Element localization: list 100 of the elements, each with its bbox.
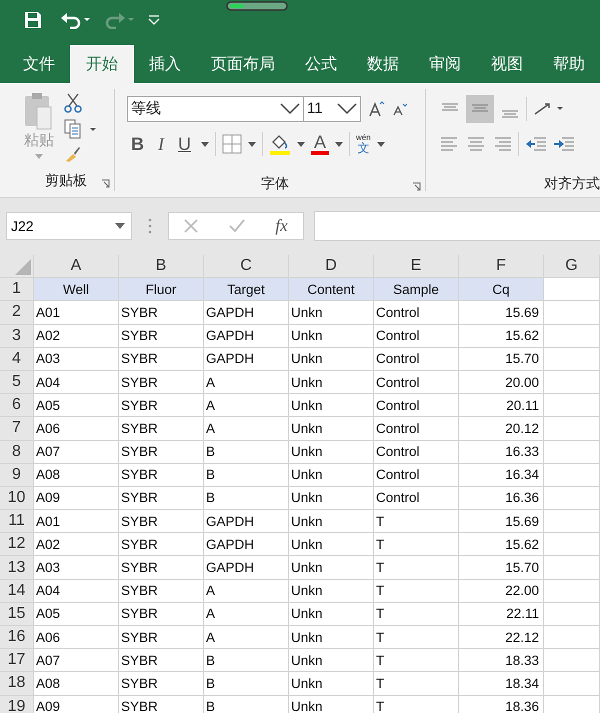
middle-align-icon[interactable] [466, 94, 494, 123]
table-cell: Unkn [291, 398, 323, 413]
ribbon-tab[interactable]: 开始 [70, 45, 134, 83]
caret-icon[interactable] [297, 142, 305, 147]
column-header[interactable]: E [410, 257, 422, 276]
table-cell: SYBR [121, 583, 158, 598]
dialog-launcher-icon[interactable] [101, 179, 110, 188]
insert-function-button[interactable]: fx [275, 216, 288, 236]
ribbon-tab[interactable]: 数据 [352, 45, 414, 83]
table-cell: SYBR [121, 398, 158, 413]
column-label: Target [227, 282, 265, 297]
shrink-font-icon[interactable] [393, 102, 407, 116]
fill-color-icon[interactable] [269, 133, 291, 156]
table-cell: Control [376, 374, 420, 390]
name-box[interactable]: J22 [6, 212, 132, 240]
column-header[interactable]: F [496, 257, 506, 276]
table-cell: SYBR [121, 536, 158, 552]
phonetic-button[interactable]: wén 文 [356, 134, 371, 154]
table-cell: A02 [36, 536, 60, 552]
check-icon[interactable] [228, 218, 245, 232]
table-cell: 20.00 [505, 374, 539, 390]
ribbon-tab[interactable]: 文件 [8, 45, 70, 83]
column-label: Cq [492, 282, 510, 297]
customize-icon[interactable] [148, 14, 160, 26]
table-cell: B [206, 490, 216, 506]
table-cell: 22.00 [505, 583, 539, 598]
table-cell: Control [376, 444, 420, 460]
table-cell: A03 [36, 351, 60, 366]
table-cell: 15.62 [505, 536, 539, 552]
caret-icon[interactable] [376, 142, 385, 147]
copy-icon[interactable] [64, 119, 98, 139]
column-label: Sample [393, 282, 439, 297]
undo-icon[interactable] [60, 11, 90, 29]
column-header[interactable]: C [240, 257, 252, 276]
italic-button[interactable]: I [154, 134, 168, 155]
table-cell: 15.70 [505, 351, 539, 366]
ribbon-tab[interactable]: 审阅 [414, 45, 476, 83]
caret-icon[interactable] [201, 142, 209, 147]
table-cell: B [206, 699, 216, 713]
ribbon-tab[interactable]: 插入 [134, 45, 196, 83]
table-cell: GAPDH [206, 560, 254, 576]
table-cell: T [376, 652, 384, 668]
drag-handle-icon[interactable] [148, 218, 152, 234]
table-cell: T [376, 514, 384, 529]
column-label: Well [62, 282, 89, 297]
table-cell: 22.11 [506, 606, 539, 622]
table-cell: SYBR [121, 514, 158, 529]
table-cell: 18.36 [505, 699, 539, 713]
table-cell: Unkn [291, 536, 323, 552]
ribbon-tab[interactable]: 公式 [290, 45, 352, 83]
brush-icon[interactable] [64, 145, 82, 163]
table-cell: A [206, 630, 216, 645]
scissors-icon[interactable] [64, 93, 82, 113]
table-cell: Control [376, 490, 420, 506]
table-cell: Control [376, 398, 420, 413]
group-label: 字体 [261, 175, 289, 194]
column-header[interactable]: A [70, 257, 82, 276]
borders-icon[interactable] [222, 134, 242, 154]
table-cell: A01 [36, 514, 60, 529]
align-left-icon[interactable] [440, 136, 460, 152]
table-cell: 18.33 [505, 652, 539, 668]
table-cell: 16.36 [505, 490, 539, 506]
font-color-button[interactable]: A [311, 133, 330, 156]
increase-indent-icon[interactable] [553, 136, 575, 152]
table-cell: 22.12 [505, 630, 539, 645]
table-cell: A03 [36, 560, 60, 576]
caret-icon[interactable] [248, 142, 256, 147]
table-cell: SYBR [121, 699, 158, 713]
bold-button[interactable]: B [127, 134, 148, 155]
table-cell: A06 [36, 420, 60, 436]
font-size-dropdown[interactable]: 11 [303, 96, 361, 122]
table-cell: GAPDH [206, 328, 254, 344]
table-cell: T [376, 536, 384, 552]
ribbon-tab[interactable]: 视图 [476, 45, 538, 83]
ribbon-tab[interactable]: 页面布局 [196, 45, 290, 83]
decrease-indent-icon[interactable] [525, 136, 547, 152]
table-cell: A04 [36, 583, 60, 598]
align-right-icon[interactable] [492, 136, 512, 152]
column-header[interactable]: D [325, 257, 337, 276]
align-center-icon[interactable] [466, 136, 486, 152]
table-cell: Control [376, 351, 420, 366]
save-icon[interactable] [24, 11, 42, 29]
table-cell: SYBR [121, 676, 158, 691]
column-header[interactable]: B [156, 257, 166, 276]
column-header[interactable]: G [565, 257, 578, 276]
underline-button[interactable]: U [174, 134, 195, 155]
font-name-dropdown[interactable]: 等线 [127, 96, 304, 122]
table-cell: SYBR [121, 304, 158, 320]
table-cell: 15.69 [505, 304, 539, 320]
grow-font-icon[interactable] [369, 100, 385, 117]
ribbon-tab[interactable]: 帮助 [538, 45, 600, 83]
table-cell: Unkn [291, 490, 323, 506]
table-cell: B [206, 467, 216, 482]
table-cell: Unkn [291, 467, 323, 482]
table-cell: 15.70 [505, 560, 539, 576]
dialog-launcher-icon[interactable] [412, 182, 421, 192]
table-cell: SYBR [121, 420, 158, 436]
table-cell: SYBR [121, 444, 158, 460]
caret-icon[interactable] [335, 142, 344, 147]
table-cell: A [206, 420, 216, 436]
